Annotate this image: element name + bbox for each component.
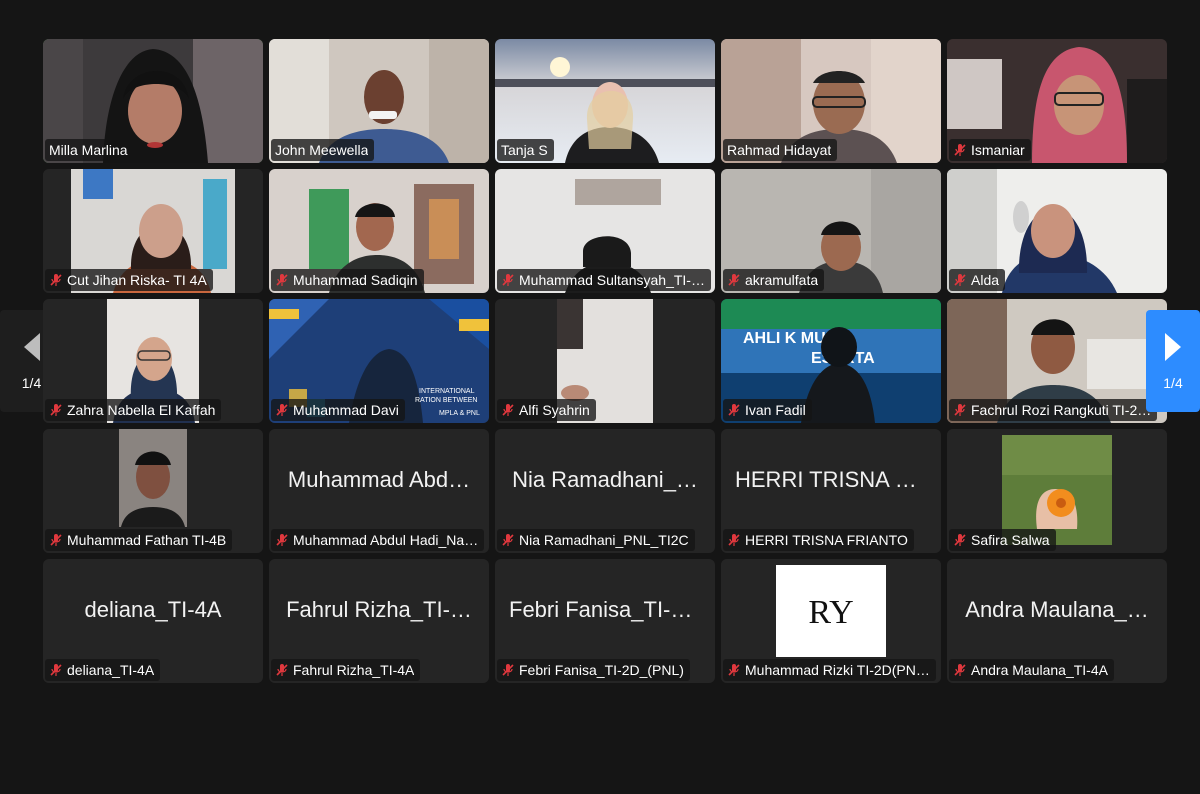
participant-tile[interactable]: Milla Marlina: [43, 39, 263, 163]
participant-tile[interactable]: Muhammad Abd… Muhammad Abdul Hadi_Na…: [269, 429, 489, 553]
muted-mic-icon: [954, 664, 966, 676]
participant-display-name: deliana_TI-4A: [84, 597, 222, 622]
participant-tile[interactable]: John Meewella: [269, 39, 489, 163]
participant-name-label: Ismaniar: [949, 139, 1031, 161]
participant-display-name: Andra Maulana_…: [965, 597, 1149, 622]
participant-name-label: Cut Jihan Riska- TI 4A: [45, 269, 213, 291]
page-indicator-right: 1/4: [1163, 375, 1183, 391]
zoom-gallery-view: 1/4 Milla Marlina John Meewella Tanja S …: [0, 0, 1200, 794]
participant-name-label: Muhammad Sultansyah_TI-…: [497, 269, 711, 291]
muted-mic-icon: [50, 404, 62, 416]
participant-name-label: Nia Ramadhani_PNL_TI2C: [497, 529, 695, 551]
muted-mic-icon: [502, 664, 514, 676]
participant-name-label: Alfi Syahrin: [497, 399, 596, 421]
participant-tile[interactable]: Alfi Syahrin: [495, 299, 715, 423]
muted-mic-icon: [728, 274, 740, 286]
participant-tile[interactable]: INTERNATIONAL RATION BETWEEN MPLA & PNL …: [269, 299, 489, 423]
chevron-right-icon: [1165, 333, 1181, 361]
participant-name-label: Safira Salwa: [949, 529, 1056, 551]
participant-tile[interactable]: Rahmad Hidayat: [721, 39, 941, 163]
participant-display-name: HERRI TRISNA F…: [735, 467, 931, 492]
participant-tile[interactable]: Muhammad Fathan TI-4B: [43, 429, 263, 553]
banner-text: INTERNATIONAL: [419, 388, 475, 395]
participant-tile[interactable]: akramulfata: [721, 169, 941, 293]
page-indicator-left: 1/4: [21, 375, 42, 391]
participant-display-name: Nia Ramadhani_…: [512, 467, 698, 492]
participant-tile[interactable]: Safira Salwa: [947, 429, 1167, 553]
participant-name-label: HERRI TRISNA FRIANTO: [723, 529, 914, 551]
participant-name-label: Fachrul Rozi Rangkuti TI-2…: [949, 399, 1158, 421]
participant-tile[interactable]: Zahra Nabella El Kaffah: [43, 299, 263, 423]
participant-tile[interactable]: Fahrul Rizha_TI-… Fahrul Rizha_TI-4A: [269, 559, 489, 683]
muted-mic-icon: [728, 664, 740, 676]
participant-tile[interactable]: Febri Fanisa_TI-2… Febri Fanisa_TI-2D_(P…: [495, 559, 715, 683]
muted-mic-icon: [728, 534, 740, 546]
participant-name-label: Fahrul Rizha_TI-4A: [271, 659, 421, 681]
banner-text: RATION BETWEEN: [415, 397, 477, 404]
participant-tile[interactable]: Muhammad Sadiqin: [269, 169, 489, 293]
participant-display-name: Fahrul Rizha_TI-…: [286, 597, 472, 622]
participant-name-label: Ivan Fadil: [723, 399, 812, 421]
participant-name-label: Muhammad Sadiqin: [271, 269, 424, 291]
banner-text: MPLA & PNL: [439, 410, 480, 417]
participant-tile[interactable]: RY Muhammad Rizki TI-2D(PN…: [721, 559, 941, 683]
muted-mic-icon: [954, 274, 966, 286]
participant-tile[interactable]: deliana_TI-4A deliana_TI-4A: [43, 559, 263, 683]
participant-name-label: Milla Marlina: [45, 139, 134, 161]
muted-mic-icon: [50, 664, 62, 676]
muted-mic-icon: [502, 274, 514, 286]
participant-tile[interactable]: Tanja S: [495, 39, 715, 163]
muted-mic-icon: [50, 534, 62, 546]
participant-tile[interactable]: Alda: [947, 169, 1167, 293]
participant-name-label: Alda: [949, 269, 1006, 291]
avatar-text: RY: [808, 594, 853, 631]
participant-name-label: Muhammad Davi: [271, 399, 405, 421]
participant-name-label: Andra Maulana_TI-4A: [949, 659, 1114, 681]
chevron-left-icon: [23, 333, 40, 361]
muted-mic-icon: [50, 274, 62, 286]
participant-name-label: Zahra Nabella El Kaffah: [45, 399, 222, 421]
muted-mic-icon: [954, 534, 966, 546]
participant-tile[interactable]: Ismaniar: [947, 39, 1167, 163]
muted-mic-icon: [954, 144, 966, 156]
participant-name-label: Muhammad Fathan TI-4B: [45, 529, 233, 551]
participant-tile[interactable]: HERRI TRISNA F… HERRI TRISNA FRIANTO: [721, 429, 941, 553]
participant-name-label: Muhammad Abdul Hadi_Na…: [271, 529, 485, 551]
participant-display-name: Muhammad Abd…: [287, 467, 471, 492]
muted-mic-icon: [276, 274, 288, 286]
muted-mic-icon: [954, 404, 966, 416]
participant-name-label: John Meewella: [271, 139, 375, 161]
participant-name-label: Muhammad Rizki TI-2D(PN…: [723, 659, 936, 681]
participant-display-name: Febri Fanisa_TI-2…: [509, 597, 705, 622]
participant-name-label: Tanja S: [497, 139, 554, 161]
participant-tile[interactable]: Nia Ramadhani_… Nia Ramadhani_PNL_TI2C: [495, 429, 715, 553]
participant-tile[interactable]: Andra Maulana_… Andra Maulana_TI-4A: [947, 559, 1167, 683]
muted-mic-icon: [276, 534, 288, 546]
participant-name-label: akramulfata: [723, 269, 825, 291]
participant-tile[interactable]: Fachrul Rozi Rangkuti TI-2…: [947, 299, 1167, 423]
muted-mic-icon: [502, 404, 514, 416]
muted-mic-icon: [276, 664, 288, 676]
participant-name-label: Febri Fanisa_TI-2D_(PNL): [497, 659, 690, 681]
participant-tile[interactable]: Cut Jihan Riska- TI 4A: [43, 169, 263, 293]
muted-mic-icon: [502, 534, 514, 546]
participant-tile[interactable]: Muhammad Sultansyah_TI-…: [495, 169, 715, 293]
next-page-button[interactable]: 1/4: [1146, 310, 1200, 412]
participant-name-label: deliana_TI-4A: [45, 659, 161, 681]
muted-mic-icon: [276, 404, 288, 416]
participant-grid: Milla Marlina John Meewella Tanja S Rahm…: [43, 39, 1167, 683]
participant-name-label: Rahmad Hidayat: [723, 139, 838, 161]
participant-tile[interactable]: AHLI K MUM ESERTA Ivan Fadil: [721, 299, 941, 423]
muted-mic-icon: [728, 404, 740, 416]
